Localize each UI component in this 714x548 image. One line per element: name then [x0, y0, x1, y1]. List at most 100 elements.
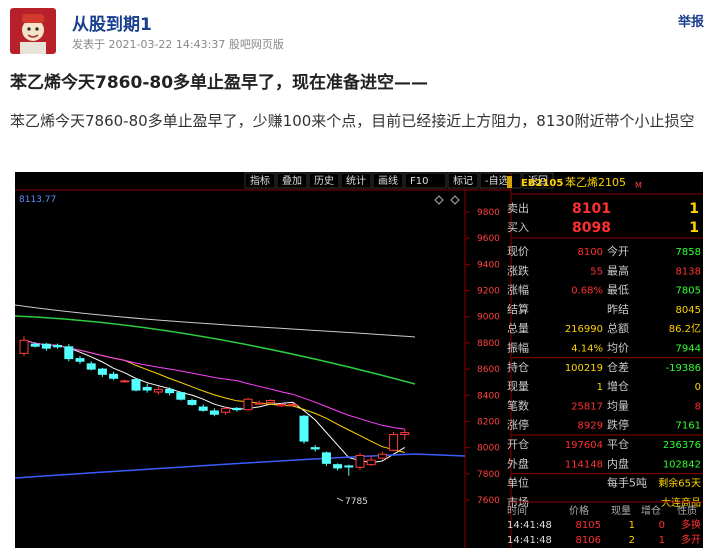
sell-price: 8101	[572, 201, 611, 217]
quote-label: 昨结	[607, 303, 629, 316]
quote-label: 今开	[607, 244, 629, 258]
trade-cell: 14:41:48	[507, 535, 552, 546]
username[interactable]: 从股到期1	[72, 10, 152, 35]
quote-value: 8	[695, 401, 701, 412]
quote-label: 增仓	[607, 379, 629, 393]
sell-label: 卖出	[507, 201, 529, 215]
toolbar-item[interactable]: 历史	[314, 175, 334, 187]
quote-value: 0	[695, 382, 701, 393]
quote-label: 涨停	[507, 418, 529, 432]
candle-body	[109, 373, 119, 379]
scroll-icon[interactable]	[450, 195, 460, 205]
quote-label: 现价	[507, 245, 529, 258]
quote-label: 笔数	[507, 398, 529, 412]
trades-header: 价格	[569, 504, 589, 517]
trade-cell: 1	[659, 535, 665, 546]
quote-value: 102842	[663, 459, 701, 470]
quote-label: 单位	[507, 476, 529, 490]
axis-tick-label: 9800	[477, 208, 500, 218]
post-body: 苯乙烯今天7860-80多单止盈早了，少赚100来个点，目前已经接近上方阻力，8…	[10, 112, 695, 130]
user-avatar[interactable]	[10, 8, 56, 54]
settings-icon[interactable]	[434, 195, 444, 205]
futures-chart-image: 指标 叠加 历史 统计 画线 F10 标记 -自选 返回 8113.77 9800 9600 940…	[15, 172, 703, 548]
trade-cell: 2	[629, 535, 635, 546]
candle-body	[142, 386, 152, 391]
quote-value: 7161	[676, 421, 701, 432]
chart-header-label: 8113.77	[19, 195, 56, 205]
toolbar-item[interactable]: 指标	[250, 174, 270, 187]
toolbar-item[interactable]: F10	[410, 176, 428, 187]
candle-body	[377, 453, 387, 459]
candle-body	[75, 358, 85, 362]
quote-panel: EB2105 苯乙烯2105 M 卖出 8101 1 买入 8098 1 现价 8…	[507, 175, 703, 546]
quote-value: 8100	[578, 247, 603, 258]
trades-header: 现量	[611, 505, 631, 517]
quote-value: 8929	[578, 421, 603, 432]
trade-cell: 1	[629, 520, 635, 531]
quote-value: 86.2亿	[669, 322, 701, 335]
quote-value: 236376	[663, 440, 701, 451]
quote-label: 总量	[507, 321, 529, 335]
toolbar-item[interactable]: 叠加	[282, 175, 302, 187]
toolbar-item[interactable]: 标记	[453, 175, 473, 187]
quote-value: 114148	[565, 459, 603, 470]
contract-tag: M	[635, 181, 642, 190]
trade-cell: 8106	[576, 535, 601, 546]
quote-label: 内盘	[607, 456, 629, 470]
candle-body	[153, 388, 163, 393]
moving-average-line	[15, 453, 466, 479]
post-meta: 发表于 2021-03-22 14:43:37 股吧网页版	[72, 38, 284, 51]
moving-average-line	[23, 339, 405, 453]
sidebar-handle-icon[interactable]	[507, 176, 512, 188]
toolbar-item[interactable]: 统计	[346, 174, 366, 187]
trade-cell: 0	[659, 520, 665, 531]
quote-label: 最低	[607, 284, 629, 297]
candle-body	[64, 346, 74, 360]
quote-label: 均价	[607, 342, 629, 355]
trades-header: 性质	[677, 504, 697, 517]
low-annotation: 7785	[345, 497, 368, 507]
candle-body	[53, 345, 63, 348]
candle-body	[310, 447, 320, 450]
trades-header: 时间	[507, 504, 527, 517]
quote-label: 涨幅	[507, 284, 529, 297]
candle-body	[265, 400, 275, 403]
axis-tick-label: 8600	[477, 365, 500, 375]
buy-price: 8098	[572, 220, 611, 236]
axis-tick-label: 7600	[477, 496, 500, 506]
axis-tick-label: 7800	[477, 470, 500, 480]
toolbar-item[interactable]: 画线	[378, 174, 398, 187]
quote-value: 25817	[571, 401, 603, 412]
post-title: 苯乙烯今天7860-80多单止盈早了，现在准备进空——	[10, 73, 429, 93]
price-axis: 9800 9600 9400 9200 9000 8800 8600 8400 8200 8000…	[465, 208, 500, 506]
axis-tick-label: 8000	[477, 444, 500, 454]
axis-tick-label: 9000	[477, 313, 500, 323]
axis-tick-label: 8200	[477, 417, 500, 427]
quote-label: 均量	[607, 399, 629, 412]
candle-body	[299, 415, 309, 442]
quote-value: 4.14%	[571, 344, 603, 355]
candle-body	[243, 398, 253, 411]
candle-body	[120, 380, 130, 383]
moving-average-line	[15, 304, 416, 338]
axis-tick-label: 9400	[477, 260, 500, 270]
candle-body	[288, 403, 298, 406]
candle-body	[176, 392, 186, 400]
candle-body	[321, 452, 331, 464]
quote-label: 平仓	[607, 437, 629, 451]
report-link[interactable]: 举报	[678, 11, 704, 30]
trade-cell: 多开	[681, 533, 701, 546]
candle-body	[355, 454, 365, 468]
candle-body	[254, 402, 264, 405]
quote-value: 100219	[565, 363, 603, 374]
chart-toolbar: 指标 叠加 历史 统计 画线 F10 标记 -自选 返回	[244, 172, 554, 189]
quote-value: -19386	[666, 363, 701, 374]
quote-label: 结算	[507, 302, 529, 316]
buy-qty: 1	[689, 220, 699, 236]
candle-body	[187, 400, 197, 405]
quote-value: 0.68%	[571, 286, 603, 297]
trade-cell: 多换	[681, 518, 701, 531]
candle-body	[344, 465, 354, 468]
toolbar-item[interactable]: -自选	[485, 174, 509, 187]
quote-label: 总额	[607, 321, 629, 335]
